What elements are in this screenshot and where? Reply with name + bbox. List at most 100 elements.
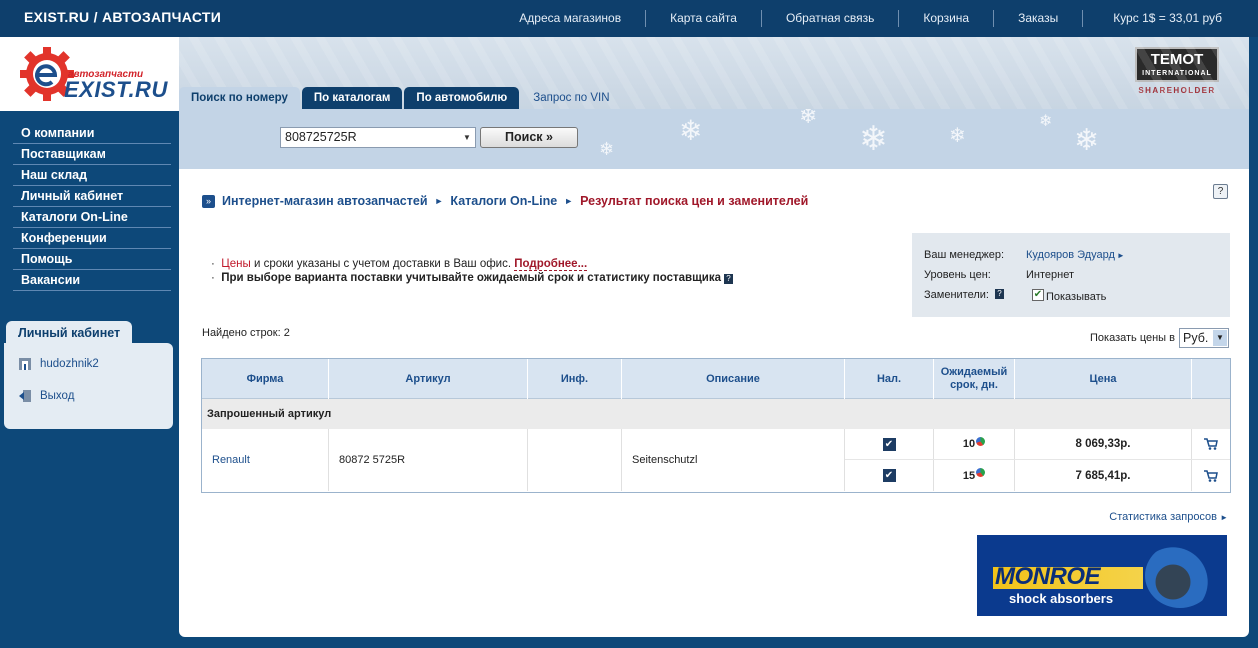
search-button[interactable]: Поиск » xyxy=(480,127,578,148)
logout-label: Выход xyxy=(40,390,75,402)
banner-title: MONROE xyxy=(995,563,1101,590)
request-stats-link[interactable]: Статистика запросов ► xyxy=(1109,511,1228,523)
main-content: TEMOT INTERNATIONAL SHAREHOLDER Поиск по… xyxy=(179,37,1249,637)
menu-vacancies[interactable]: Вакансии xyxy=(13,270,171,291)
tab-by-car[interactable]: По автомобилю xyxy=(404,87,520,109)
currency-value: Руб. xyxy=(1183,331,1209,345)
price-cell: 7 685,41р. xyxy=(1015,460,1192,491)
supplier-stats-icon[interactable] xyxy=(976,468,986,477)
question-icon[interactable]: ? xyxy=(994,289,1004,299)
top-bar: EXIST.RU / АВТОЗАПЧАСТИ Адреса магазинов… xyxy=(0,0,1258,37)
dropdown-arrow-icon[interactable]: ▼ xyxy=(459,128,475,147)
note-line2: При выборе варианта поставки учитывайте … xyxy=(221,272,722,284)
manager-name[interactable]: Кудояров Эдуард xyxy=(1026,249,1115,263)
logo[interactable]: автозапчасти EXIST.RU xyxy=(0,37,179,111)
cart-cell xyxy=(1192,429,1230,459)
logout-icon xyxy=(18,389,32,403)
chevron-down-icon: ▼ xyxy=(1213,330,1227,346)
breadcrumb-catalogs[interactable]: Каталоги On-Line xyxy=(450,194,557,208)
home-user-icon xyxy=(18,357,32,371)
price-value: 7 685,41р. xyxy=(1075,469,1131,482)
add-to-cart-icon[interactable] xyxy=(1204,469,1218,482)
availability-cell: ✔ xyxy=(845,460,934,491)
col-expected-term-label: Ожидаемый срок, дн. xyxy=(940,366,1008,391)
note-line1: и сроки указаны с учетом доставки в Ваш … xyxy=(250,258,515,270)
menu-account[interactable]: Личный кабинет xyxy=(13,186,171,207)
price-cell: 8 069,33р. xyxy=(1015,429,1192,459)
snowflake-icon: ❄ xyxy=(799,109,818,128)
article-number: 80872 5725R xyxy=(329,429,528,491)
cabinet-title: Личный кабинет xyxy=(6,321,133,345)
col-info: Инф. xyxy=(528,359,622,399)
add-to-cart-icon[interactable] xyxy=(1204,438,1218,450)
description: Seitenschutzl xyxy=(622,429,845,491)
menu-about[interactable]: О компании xyxy=(13,123,171,144)
banner-subtitle: shock absorbers xyxy=(1009,591,1114,606)
monroe-banner[interactable]: MONROE shock absorbers xyxy=(977,535,1227,616)
partner-logo[interactable]: TEMOT INTERNATIONAL SHAREHOLDER xyxy=(1135,47,1219,99)
tab-by-catalogs[interactable]: По каталогам xyxy=(301,87,403,109)
request-stats-label: Статистика запросов xyxy=(1109,511,1218,523)
col-price[interactable]: Цена xyxy=(1015,359,1192,399)
exchange-rate: Курс 1$ = 33,01 руб xyxy=(1082,10,1258,27)
menu-conferences[interactable]: Конференции xyxy=(13,228,171,249)
question-icon[interactable]: ? xyxy=(724,274,734,284)
table-row: ✔ 10 8 069,33р. xyxy=(845,429,1230,460)
cabinet-panel: hudozhnik2 Выход xyxy=(4,343,173,429)
partner-name: TEMOT xyxy=(1150,51,1204,68)
manager-label: Ваш менеджер: xyxy=(924,249,1005,261)
price-level-value: Интернет xyxy=(1026,269,1074,281)
col-article[interactable]: Артикул xyxy=(329,359,528,399)
col-firm[interactable]: Фирма xyxy=(202,359,329,399)
username: hudozhnik2 xyxy=(40,358,99,370)
top-nav: Адреса магазинов Карта сайта Обратная св… xyxy=(495,0,1258,37)
search-panel: ❄ ❄ ❄ ❄ ❄ ❄ ❄ 808725725R ▼ Поиск » xyxy=(179,109,1249,169)
user-link[interactable]: hudozhnik2 xyxy=(18,357,99,371)
search-tabs: Поиск по номеру По каталогам По автомоби… xyxy=(179,87,624,109)
col-availability[interactable]: Нал. xyxy=(845,359,934,399)
menu-warehouse[interactable]: Наш склад xyxy=(13,165,171,186)
nav-cart[interactable]: Корзина xyxy=(898,10,993,27)
search-input[interactable]: 808725725R ▼ xyxy=(280,127,476,148)
nav-feedback[interactable]: Обратная связь xyxy=(760,10,898,27)
price-level-label: Уровень цен: xyxy=(924,269,991,281)
term-value: 15 xyxy=(962,469,976,482)
term-cell: 15 xyxy=(934,460,1015,491)
breadcrumb-current: Результат поиска цен и заменителей xyxy=(580,194,809,208)
checkbox-checked-icon[interactable]: ✔ xyxy=(882,469,896,482)
price-value: 8 069,33р. xyxy=(1075,438,1131,450)
tab-vin-request[interactable]: Запрос по VIN xyxy=(521,87,621,109)
checkbox-checked-icon[interactable]: ✔ xyxy=(882,437,896,451)
currency-select[interactable]: Руб. ▼ xyxy=(1179,328,1229,348)
partner-sub: INTERNATIONAL xyxy=(1142,70,1212,77)
snowflake-icon: ❄ xyxy=(1074,124,1100,157)
results-table: Фирма Артикул Инф. Описание Нал. Ожидаем… xyxy=(201,358,1231,493)
logout-link[interactable]: Выход xyxy=(18,389,74,403)
nav-orders[interactable]: Заказы xyxy=(993,10,1082,27)
more-link[interactable]: Подробнее... xyxy=(514,258,588,271)
note-prices-word: Цены xyxy=(221,258,251,270)
arrow-right-icon: ► xyxy=(1220,513,1228,522)
menu-help[interactable]: Помощь xyxy=(13,249,171,270)
snowflake-icon: ❄ xyxy=(1039,113,1053,130)
currency-label: Показать цены в xyxy=(1090,332,1175,344)
supplier-stats-icon[interactable] xyxy=(976,436,986,446)
menu-catalogs[interactable]: Каталоги On-Line xyxy=(13,207,171,228)
help-icon[interactable]: ? xyxy=(1213,184,1228,199)
left-column: автозапчасти EXIST.RU О компании Поставщ… xyxy=(0,37,179,648)
group-requested-article: Запрошенный артикул xyxy=(202,399,1230,429)
firm-link[interactable]: Renault xyxy=(202,429,329,491)
tab-search-by-number[interactable]: Поиск по номеру xyxy=(179,87,300,109)
side-menu: О компании Поставщикам Наш склад Личный … xyxy=(13,123,171,291)
site-title[interactable]: EXIST.RU / АВТОЗАПЧАСТИ xyxy=(24,9,221,25)
shock-absorber-graphic xyxy=(1145,543,1215,608)
breadcrumb-shop[interactable]: Интернет-магазин автозапчастей xyxy=(222,194,428,208)
nav-store-addresses[interactable]: Адреса магазинов xyxy=(495,10,645,27)
term-cell: 10 xyxy=(934,429,1015,459)
col-expected-term[interactable]: Ожидаемый срок, дн. xyxy=(934,359,1015,399)
snowflake-icon: ❄ xyxy=(949,125,966,147)
logo-title: EXIST.RU xyxy=(64,77,168,102)
show-substitutes-checkbox[interactable]: ✔ xyxy=(1031,289,1044,301)
nav-sitemap[interactable]: Карта сайта xyxy=(645,10,761,27)
menu-suppliers[interactable]: Поставщикам xyxy=(13,144,171,165)
